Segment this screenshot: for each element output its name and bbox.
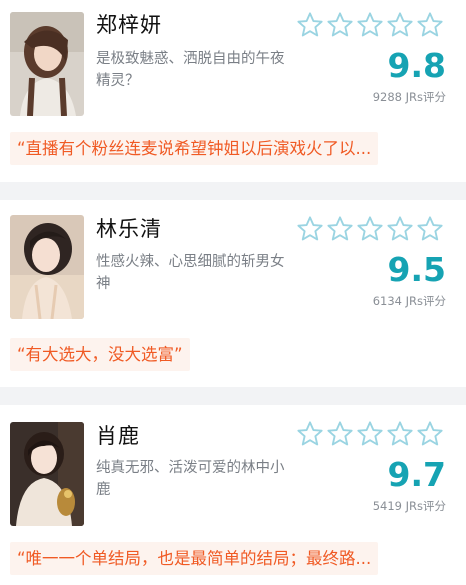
character-description: 是极致魅惑、洒脱自由的午夜精灵？ xyxy=(96,51,285,89)
star-rating[interactable] xyxy=(296,11,446,39)
character-quote[interactable]: “有大选大，没大选富” xyxy=(10,338,190,371)
character-avatar[interactable] xyxy=(10,422,84,526)
character-quote[interactable]: “唯一一个单结局，也是最简单的结局；最终路... xyxy=(10,542,379,575)
character-avatar[interactable] xyxy=(10,12,84,116)
character-card[interactable]: 林乐清 性感火辣、心思细腻的斩男女神 9.5 6134 JRs评分 “有大选大，… xyxy=(0,200,466,387)
rating-count: 5419 JRs评分 xyxy=(372,499,446,513)
avatar-photo xyxy=(10,422,84,526)
star-outline-icon[interactable] xyxy=(386,420,414,448)
character-description: 纯真无邪、活泼可爱的林中小鹿 xyxy=(96,460,285,498)
score-value: 9.7 xyxy=(387,455,446,494)
character-description: 性感火辣、心思细腻的斩男女神 xyxy=(96,254,285,292)
star-outline-icon[interactable] xyxy=(356,420,384,448)
star-outline-icon[interactable] xyxy=(386,11,414,39)
star-outline-icon[interactable] xyxy=(356,215,384,243)
star-outline-icon[interactable] xyxy=(326,215,354,243)
star-rating[interactable] xyxy=(296,420,446,448)
star-outline-icon[interactable] xyxy=(416,215,444,243)
score-value: 9.5 xyxy=(387,250,446,289)
star-outline-icon[interactable] xyxy=(416,11,444,39)
star-outline-icon[interactable] xyxy=(356,11,384,39)
score-value: 9.8 xyxy=(387,46,446,85)
rating-count: 6134 JRs评分 xyxy=(372,294,446,308)
character-name: 林乐清 xyxy=(96,217,162,241)
star-outline-icon[interactable] xyxy=(296,420,324,448)
star-outline-icon[interactable] xyxy=(416,420,444,448)
character-card[interactable]: 郑梓妍 是极致魅惑、洒脱自由的午夜精灵？ 9.8 9288 JRs评分 “直播有… xyxy=(0,0,466,182)
avatar-photo xyxy=(10,12,84,116)
rating-count: 9288 JRs评分 xyxy=(372,90,446,104)
avatar-photo xyxy=(10,215,84,319)
character-quote[interactable]: “直播有个粉丝连麦说希望钟姐以后演戏火了以... xyxy=(10,132,379,165)
star-outline-icon[interactable] xyxy=(386,215,414,243)
star-rating[interactable] xyxy=(296,215,446,243)
character-name: 肖鹿 xyxy=(96,424,140,448)
star-outline-icon[interactable] xyxy=(296,215,324,243)
character-name: 郑梓妍 xyxy=(96,13,162,37)
character-avatar[interactable] xyxy=(10,215,84,319)
star-outline-icon[interactable] xyxy=(326,420,354,448)
character-card[interactable]: 肖鹿 纯真无邪、活泼可爱的林中小鹿 9.7 5419 JRs评分 “唯一一个单结… xyxy=(0,405,466,585)
star-outline-icon[interactable] xyxy=(296,11,324,39)
star-outline-icon[interactable] xyxy=(326,11,354,39)
